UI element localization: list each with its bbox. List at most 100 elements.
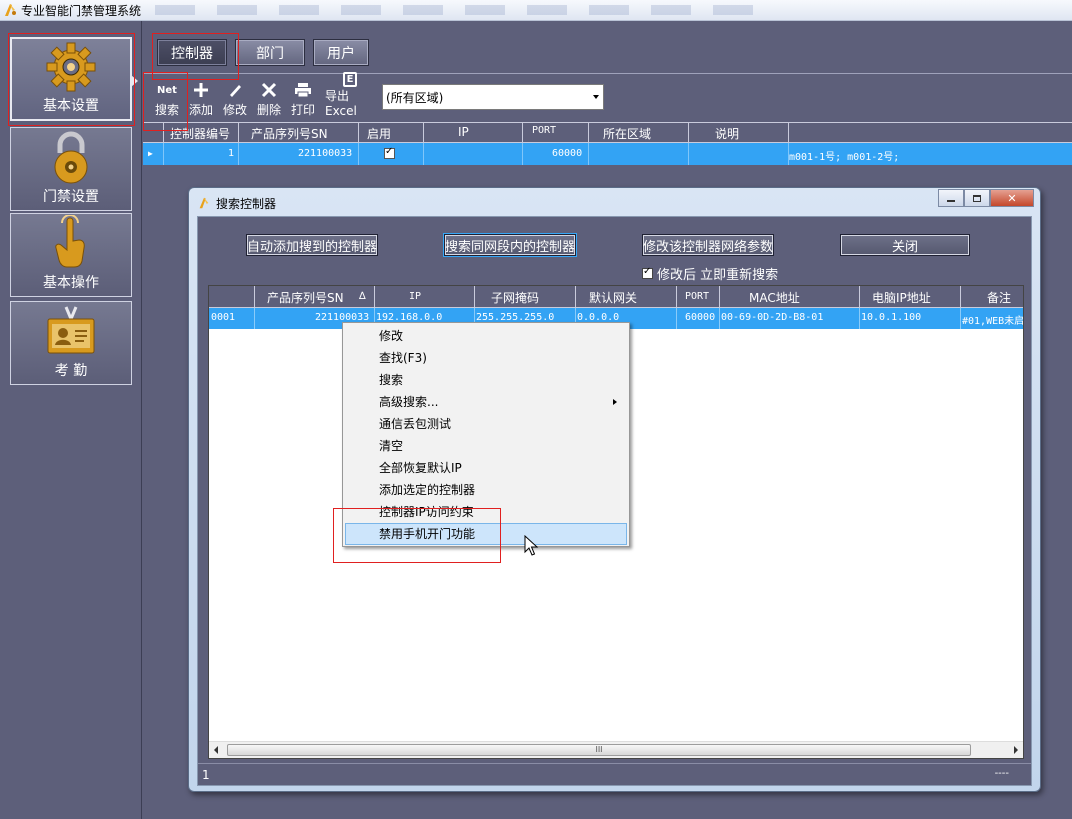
- export-excel-button[interactable]: E 导出Excel: [325, 72, 375, 118]
- tab-bar: 控制器 部门 用户: [143, 33, 1072, 73]
- col-header-ip[interactable]: IP: [409, 291, 421, 302]
- print-button[interactable]: 打印: [290, 78, 316, 118]
- add-button-label: 添加: [188, 103, 213, 117]
- cell-port: 60000: [685, 312, 716, 323]
- menu-item-search[interactable]: 搜索: [345, 369, 627, 391]
- checkbox-label: 修改后 立即重新搜索: [657, 268, 779, 283]
- title-bar: 专业智能门禁管理系统: [0, 0, 1072, 21]
- submenu-arrow-icon: [613, 399, 617, 405]
- menu-item-label: 高级搜索...: [379, 395, 439, 409]
- modify-network-button[interactable]: 修改该控制器网络参数: [642, 234, 774, 256]
- search-segment-button[interactable]: 搜索同网段内的控制器: [444, 234, 576, 256]
- printer-icon: [294, 79, 312, 101]
- minimize-icon: [947, 200, 955, 202]
- sidebar-item-basic-settings[interactable]: 基本设置: [10, 37, 138, 121]
- edit-button[interactable]: 修改: [222, 78, 248, 118]
- col-header-port[interactable]: PORT: [532, 125, 556, 136]
- excel-export-icon: E: [343, 72, 357, 87]
- menu-item-disable-mobile-open[interactable]: 禁用手机开门功能: [345, 523, 627, 545]
- cell-sn: 221100033: [298, 148, 353, 159]
- sort-ascending-icon: ∆: [359, 291, 366, 302]
- col-header-note[interactable]: 备注: [987, 289, 1011, 306]
- search-button-label: 搜索: [154, 103, 179, 117]
- checkbox-box: [642, 266, 653, 279]
- scroll-thumb[interactable]: III: [227, 744, 971, 756]
- mouse-cursor-icon: [524, 535, 539, 556]
- app-logo-icon: [2, 2, 18, 18]
- app-logo-icon: [199, 197, 209, 209]
- menu-item-clear[interactable]: 清空: [345, 435, 627, 457]
- sidebar-item-attendance[interactable]: 考 勤: [10, 301, 132, 385]
- col-header-port[interactable]: PORT: [685, 291, 709, 302]
- plus-icon: [193, 79, 209, 101]
- sidebar-item-label: 门禁设置: [43, 189, 99, 205]
- lock-icon: [41, 128, 101, 186]
- col-header-ip[interactable]: IP: [458, 125, 469, 139]
- cell-port: 60000: [552, 148, 583, 159]
- controllers-grid: 控制器编号 产品序列号SN 启用 IP PORT 所在区域 说明 ▶ 1 221…: [143, 122, 1072, 165]
- dialog-title: 搜索控制器: [216, 196, 277, 211]
- menu-item-advanced-search[interactable]: 高级搜索...: [345, 391, 627, 413]
- horizontal-scrollbar[interactable]: III: [209, 741, 1023, 758]
- tab-departments[interactable]: 部门: [235, 39, 305, 66]
- id-card-icon: [41, 302, 101, 360]
- excel-export-icon-glyph: E: [343, 72, 357, 87]
- maximize-icon: [973, 194, 981, 202]
- maximize-button[interactable]: [964, 189, 990, 207]
- col-header-subnet-mask[interactable]: 子网掩码: [491, 289, 539, 306]
- menu-item-modify[interactable]: 修改: [345, 325, 627, 347]
- scroll-left-icon[interactable]: [214, 746, 218, 754]
- dropdown-arrow-icon: [593, 95, 599, 99]
- context-menu: 修改 查找(F3) 搜索 高级搜索... 通信丢包测试 清空 全部恢复默认IP …: [342, 322, 630, 547]
- cell-doors: m001-1号; m001-2号;: [789, 152, 900, 163]
- minimize-button[interactable]: [938, 189, 964, 207]
- close-button[interactable]: ✕: [990, 189, 1034, 207]
- pencil-icon: [227, 79, 243, 101]
- add-button[interactable]: 添加: [188, 78, 214, 118]
- cell-mac: 00-69-0D-2D-B8-01: [721, 312, 824, 323]
- sidebar-item-basic-operations[interactable]: 基本操作: [10, 213, 132, 297]
- col-header-gateway[interactable]: 默认网关: [589, 289, 637, 306]
- net-search-icon-text: Net: [157, 84, 177, 96]
- cell-index: 0001: [211, 312, 236, 323]
- col-header-pc-ip[interactable]: 电脑IP地址: [872, 289, 931, 306]
- close-x-icon: [261, 79, 277, 101]
- area-select-value: (所有区域): [386, 90, 444, 105]
- cell-note: #01,WEB未启: [962, 316, 1024, 327]
- area-select[interactable]: (所有区域): [382, 84, 604, 110]
- tab-users[interactable]: 用户: [313, 39, 369, 66]
- col-header-mac[interactable]: MAC地址: [749, 289, 800, 306]
- tab-controllers[interactable]: 控制器: [157, 39, 227, 66]
- auto-add-button[interactable]: 自动添加搜到的控制器: [246, 234, 378, 256]
- close-icon: ✕: [1007, 191, 1017, 205]
- export-button-label: 导出Excel: [325, 89, 357, 118]
- active-indicator-arrow: [131, 75, 138, 87]
- sidebar-item-access-settings[interactable]: 门禁设置: [10, 127, 132, 211]
- print-button-label: 打印: [290, 103, 315, 117]
- status-right: ----: [994, 768, 1009, 779]
- menu-item-restore-default-ip[interactable]: 全部恢复默认IP: [345, 457, 627, 479]
- table-row[interactable]: ▶ 1 221100033 60000 m001-1号; m001-2号;: [143, 143, 1072, 165]
- menu-item-add-selected[interactable]: 添加选定的控制器: [345, 479, 627, 501]
- menu-item-ip-access-restriction[interactable]: 控制器IP访问约束: [345, 501, 627, 523]
- row-selector-arrow-icon: ▶: [148, 149, 153, 158]
- col-header-desc[interactable]: 说明: [715, 125, 739, 142]
- menu-item-packet-loss-test[interactable]: 通信丢包测试: [345, 413, 627, 435]
- menu-item-find[interactable]: 查找(F3): [345, 347, 627, 369]
- delete-button[interactable]: 删除: [256, 78, 282, 118]
- col-header-controller-id[interactable]: 控制器编号: [170, 125, 230, 142]
- col-header-area[interactable]: 所在区域: [603, 125, 651, 142]
- app-title: 专业智能门禁管理系统: [21, 3, 142, 18]
- col-header-sn[interactable]: 产品序列号SN: [251, 125, 328, 142]
- enabled-checkbox[interactable]: [384, 146, 395, 159]
- sidebar-item-label: 基本操作: [43, 275, 99, 291]
- col-header-sn[interactable]: 产品序列号SN: [267, 289, 344, 306]
- scroll-right-icon[interactable]: [1014, 746, 1018, 754]
- col-header-enabled[interactable]: 启用: [367, 125, 391, 142]
- dialog-close-button[interactable]: 关闭: [840, 234, 970, 256]
- research-after-modify-checkbox[interactable]: 修改后 立即重新搜索: [642, 264, 778, 283]
- sidebar: 基本设置 门禁设置 基本操作 考 勤: [0, 21, 142, 819]
- sidebar-item-label: 考 勤: [54, 363, 88, 379]
- controllers-grid-header: 控制器编号 产品序列号SN 启用 IP PORT 所在区域 说明: [143, 122, 1072, 143]
- search-button[interactable]: Net 搜索: [153, 78, 181, 118]
